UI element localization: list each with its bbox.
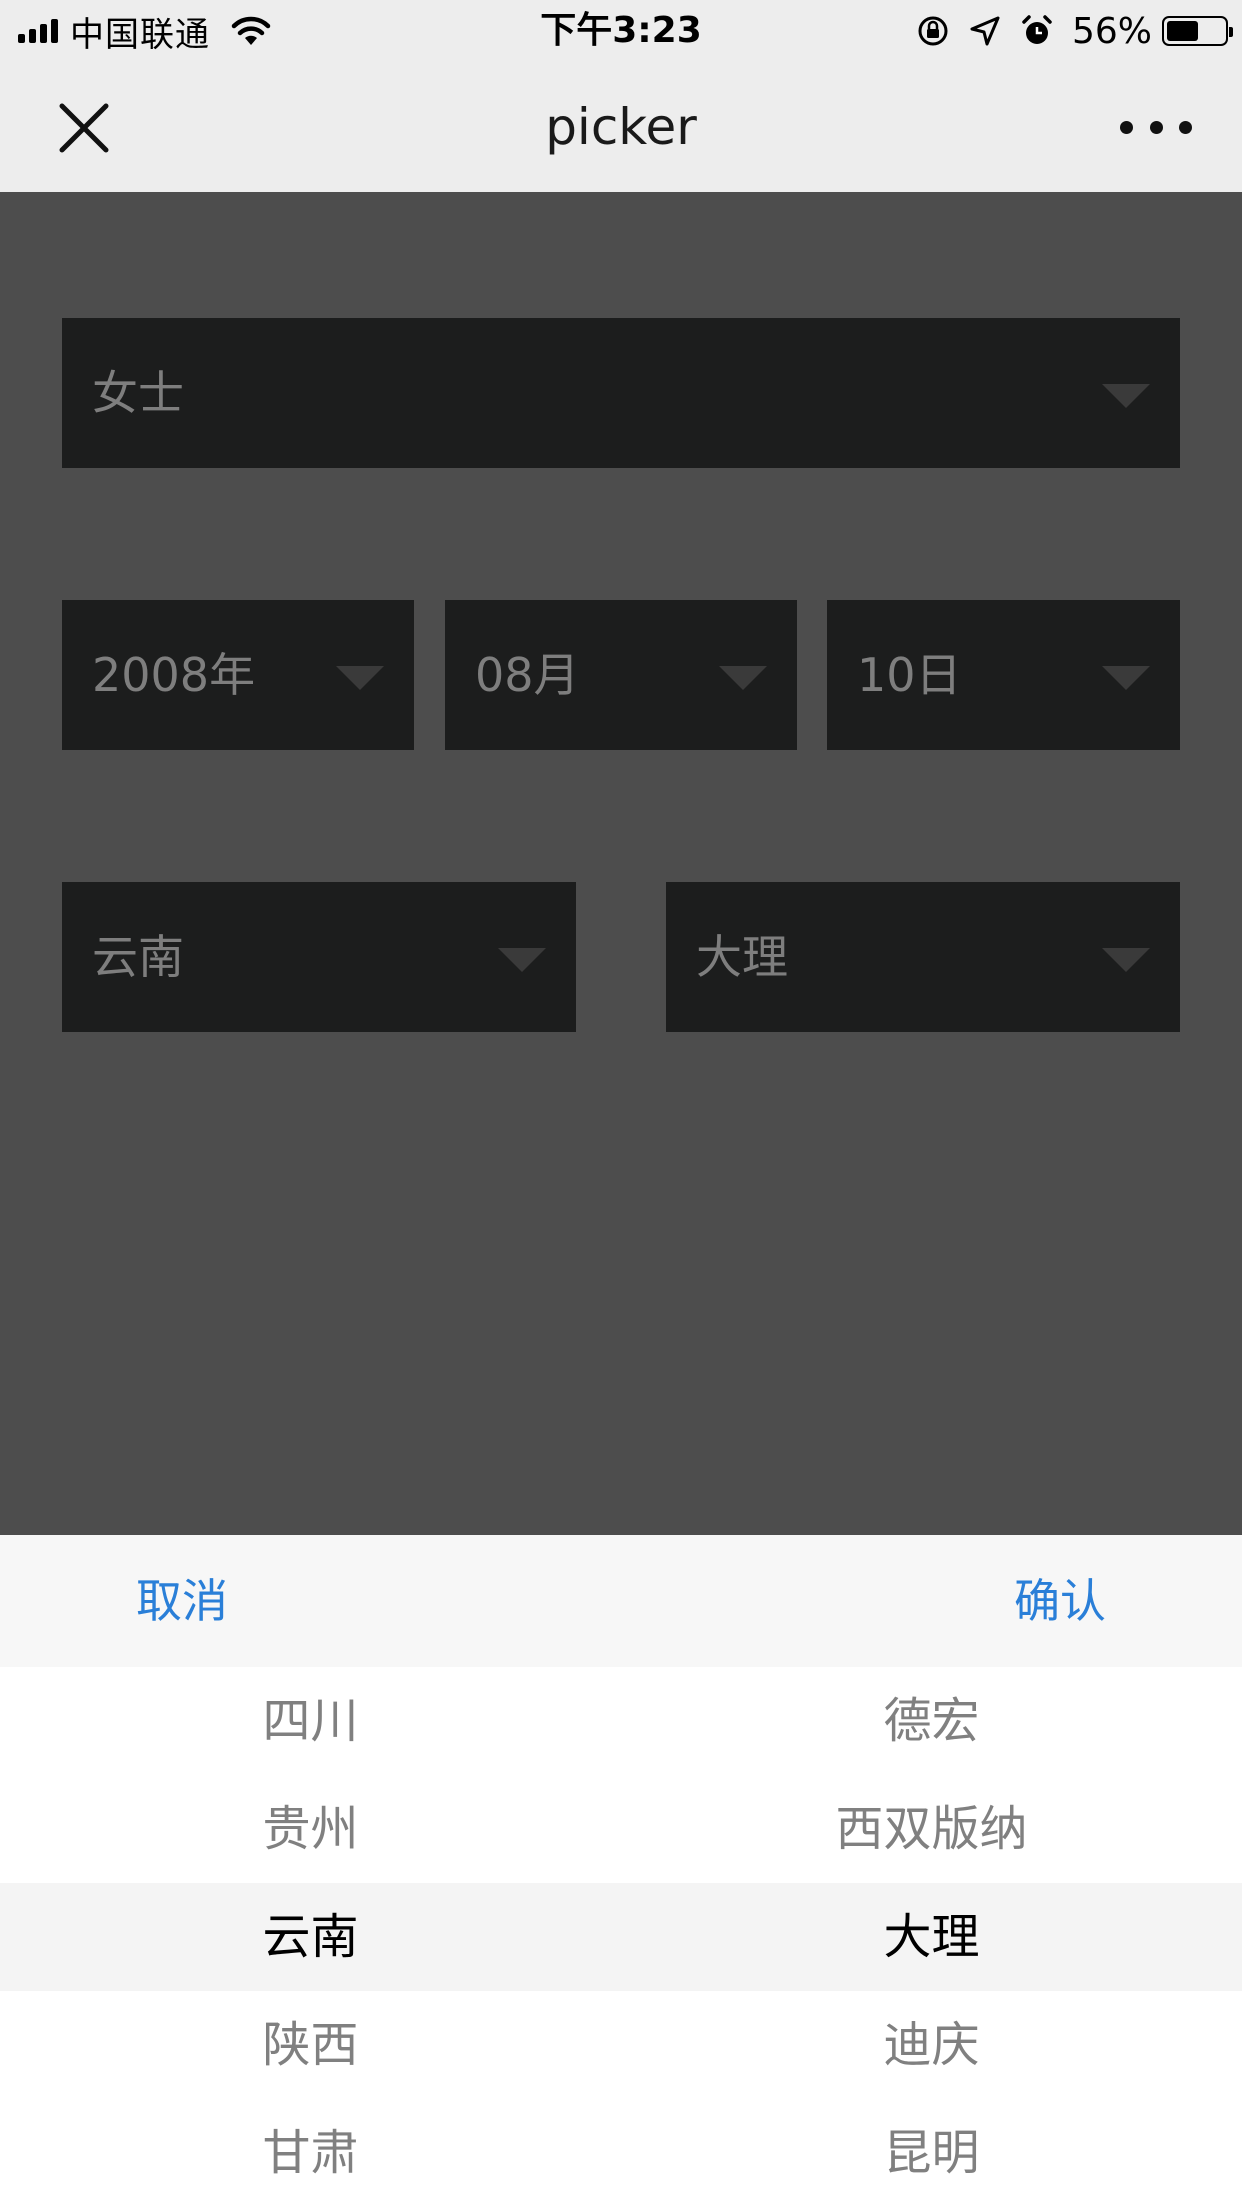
city-option[interactable]: 西双版纳 — [621, 1775, 1242, 1883]
dropdown-arrow-icon — [1102, 666, 1150, 690]
province-value: 云南 — [92, 930, 184, 984]
status-bar: 中国联通 下午3:23 56% — [0, 0, 1242, 62]
more-icon[interactable] — [1120, 112, 1192, 142]
dropdown-arrow-icon — [1102, 384, 1150, 408]
gender-value: 女士 — [92, 366, 184, 420]
year-picker[interactable]: 2008年 — [62, 600, 414, 750]
cancel-button[interactable]: 取消 — [136, 1535, 228, 1667]
province-option[interactable]: 四川 — [0, 1667, 621, 1775]
province-column[interactable]: 四川 贵州 云南 陕西 甘肃 — [0, 1667, 621, 2208]
picker-toolbar: 取消 确认 — [0, 1535, 1242, 1667]
alarm-icon — [1022, 15, 1052, 44]
city-option[interactable]: 大理 — [621, 1883, 1242, 1991]
province-option[interactable]: 陕西 — [0, 1991, 621, 2099]
battery-icon — [1162, 16, 1233, 46]
day-value: 10日 — [857, 648, 962, 702]
city-value: 大理 — [696, 930, 788, 984]
province-option[interactable]: 云南 — [0, 1883, 621, 1991]
rotation-lock-icon — [918, 16, 948, 46]
year-value: 2008年 — [92, 648, 256, 702]
month-picker[interactable]: 08月 — [445, 600, 797, 750]
city-column[interactable]: 德宏 西双版纳 大理 迪庆 昆明 — [621, 1667, 1242, 2208]
confirm-button[interactable]: 确认 — [1014, 1535, 1106, 1667]
location-arrow-icon — [970, 16, 1000, 46]
page-title: picker — [545, 98, 697, 156]
month-value: 08月 — [475, 648, 580, 702]
province-option[interactable]: 贵州 — [0, 1775, 621, 1883]
battery-percent: 56% — [1071, 10, 1152, 52]
status-right: 56% — [916, 8, 1233, 54]
city-picker[interactable]: 大理 — [666, 882, 1180, 1032]
city-option[interactable]: 昆明 — [621, 2099, 1242, 2207]
screen: 中国联通 下午3:23 56% picker 女士 2008年 08月 10日 … — [0, 0, 1242, 2208]
city-option[interactable]: 迪庆 — [621, 1991, 1242, 2099]
day-picker[interactable]: 10日 — [827, 600, 1180, 750]
province-option[interactable]: 甘肃 — [0, 2099, 621, 2207]
battery-fill — [1167, 21, 1199, 41]
dropdown-arrow-icon — [336, 666, 384, 690]
dropdown-arrow-icon — [1102, 948, 1150, 972]
dropdown-arrow-icon — [719, 666, 767, 690]
dropdown-arrow-icon — [498, 948, 546, 972]
city-option[interactable]: 德宏 — [621, 1667, 1242, 1775]
province-picker[interactable]: 云南 — [62, 882, 576, 1032]
nav-bar: picker — [0, 62, 1242, 192]
gender-picker[interactable]: 女士 — [62, 318, 1180, 468]
picker-sheet: 取消 确认 四川 贵州 云南 陕西 甘肃 德宏 西双版纳 大理 迪庆 昆明 — [0, 1535, 1242, 2208]
